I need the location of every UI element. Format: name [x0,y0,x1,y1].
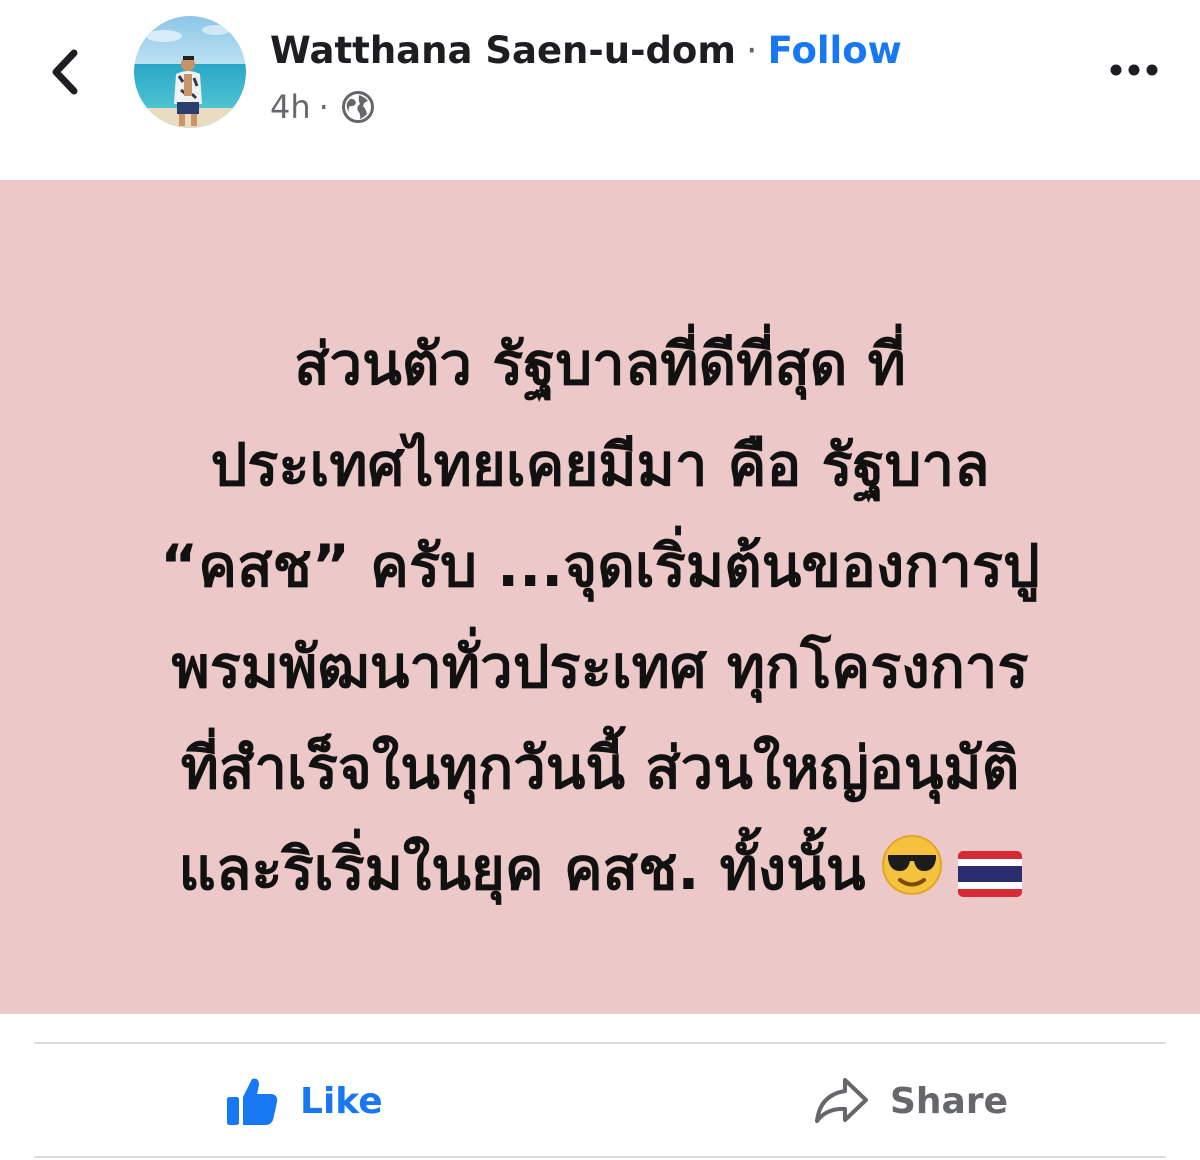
post-action-bar: Like Share [0,1044,1200,1160]
post-text-line: ส่วนตัว รัฐบาลที่ดีที่สุด ที่ [294,330,906,398]
share-button[interactable]: Share [812,1066,1008,1136]
more-options-icon [1110,64,1158,76]
separator-dot: · [318,88,329,126]
post-text-line: “คสช” ครับ ...จุดเริ่มต้นของการปู [160,532,1040,600]
post-text-line: พรมพัฒนาทั่วประเทศ ทุกโครงการ [171,633,1029,701]
like-label: Like [300,1080,383,1122]
post-content-card: ส่วนตัว รัฐบาลที่ดีที่สุด ที่ ประเทศไทยเ… [0,180,1200,1014]
thumbs-up-icon [224,1073,280,1129]
avatar[interactable] [134,16,246,128]
post-text-line: ที่สำเร็จในทุกวันนี้ ส่วนใหญ่อนุมัติ [180,734,1020,802]
post-timestamp[interactable]: 4h [270,88,311,126]
thailand-flag-icon [957,827,1022,928]
share-arrow-icon [812,1075,870,1127]
follow-button[interactable]: Follow [768,29,902,72]
post-text: ส่วนตัว รัฐบาลที่ดีที่สุด ที่ ประเทศไทยเ… [40,314,1160,928]
post-text-line: และริเริ่มในยุค คสช. ทั้งนั้น [178,835,866,903]
post-meta: 4h · [270,86,375,128]
like-button[interactable]: Like [224,1066,383,1136]
globe-icon [341,90,375,124]
more-options-button[interactable] [1102,50,1166,90]
separator-dot: · [745,28,758,72]
author-line: Watthana Saen-u-dom · Follow [270,26,902,74]
share-label: Share [890,1080,1009,1122]
post-text-last-line-wrapper: และริเริ่มในยุค คสช. ทั้งนั้น [40,819,1160,928]
post-header: Watthana Saen-u-dom · Follow 4h · [0,0,1200,178]
divider [34,1156,1166,1158]
chevron-left-icon [52,49,78,95]
back-button[interactable] [40,44,90,100]
post-text-line: ประเทศไทยเคยมีมา คือ รัฐบาล [210,431,990,499]
author-name[interactable]: Watthana Saen-u-dom [270,29,736,72]
sunglasses-emoji-icon [880,827,944,928]
